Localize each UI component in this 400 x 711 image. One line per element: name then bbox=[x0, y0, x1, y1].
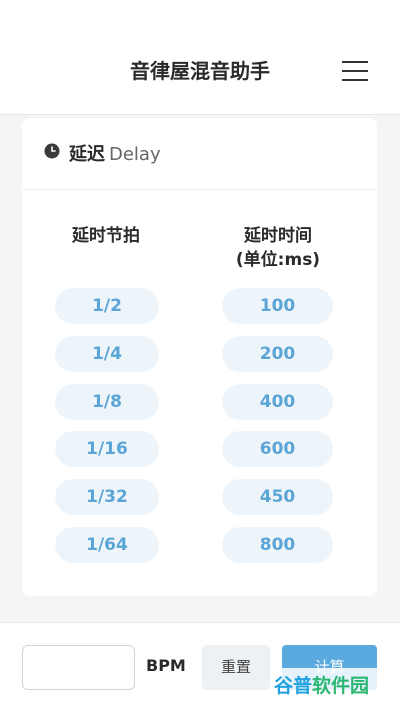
beat-pill: 1/16 bbox=[55, 431, 159, 467]
column-header-time: 延时时间 (单位:ms) bbox=[235, 226, 321, 270]
app-header: 音律屋混音助手 bbox=[0, 0, 400, 115]
beat-pill: 1/4 bbox=[55, 336, 159, 372]
beat-pill: 1/2 bbox=[55, 288, 159, 324]
watermark-logo: 谷普软件园 bbox=[272, 668, 392, 704]
bpm-label: BPM bbox=[146, 656, 186, 675]
time-pill: 450 bbox=[222, 479, 333, 515]
beat-pill: 1/8 bbox=[55, 384, 159, 420]
column-header-beat: 延时节拍 bbox=[72, 226, 140, 246]
time-pill: 800 bbox=[222, 527, 333, 563]
beat-pill: 1/32 bbox=[55, 479, 159, 515]
time-pill: 600 bbox=[222, 431, 333, 467]
time-pill: 100 bbox=[222, 288, 333, 324]
beat-pill: 1/64 bbox=[55, 527, 159, 563]
delay-card: 延迟 Delay 延时节拍 延时时间 (单位:ms) 1/2 100 1/4 20… bbox=[22, 118, 377, 596]
clock-icon bbox=[44, 143, 60, 159]
card-header: 延迟 Delay bbox=[22, 118, 377, 190]
reset-button[interactable]: 重置 bbox=[202, 645, 270, 690]
card-title: 延迟 Delay bbox=[69, 144, 161, 165]
time-pill: 400 bbox=[222, 384, 333, 420]
hamburger-menu-icon[interactable] bbox=[340, 58, 370, 84]
bpm-input[interactable] bbox=[22, 645, 135, 690]
time-pill: 200 bbox=[222, 336, 333, 372]
